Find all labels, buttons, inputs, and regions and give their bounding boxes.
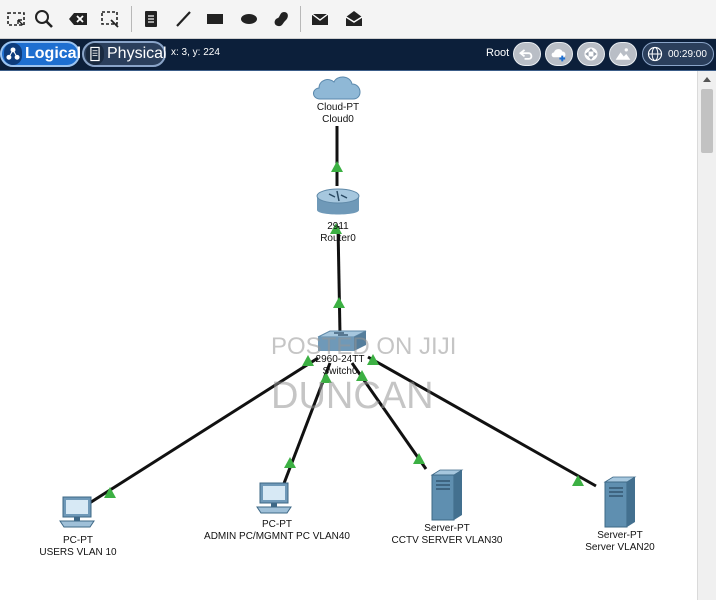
cursor-coordinates: x: 3, y: 224 [171,47,220,58]
resize-shape-icon[interactable] [97,6,123,32]
pc-admin-model: PC-PT [261,519,292,530]
pc-icon [59,496,95,528]
server-cctv-label: Server-PT CCTV SERVER VLAN30 [392,523,503,547]
watermark-line2: DUNCAN [271,375,434,417]
link-status-up-indicator [331,161,343,172]
cloud-icon [313,76,361,100]
router-icon [316,188,360,215]
place-note-icon[interactable] [138,6,164,32]
pc-users-name: USERS VLAN 10 [39,547,117,558]
inspect-icon[interactable] [31,6,57,32]
physical-view-icon [86,43,104,65]
delete-icon[interactable] [65,6,91,32]
move-arrows-icon [584,47,598,61]
draw-ellipse-icon[interactable] [236,6,262,32]
toolbar-separator [131,6,132,32]
draw-line-icon[interactable] [170,6,196,32]
draw-rectangle-icon[interactable] [202,6,228,32]
pc-admin-label: PC-PT ADMIN PC/MGMNT PC VLAN40 [204,519,350,543]
new-cluster-button[interactable] [545,42,573,66]
router-label: 2911 Router0 [320,221,356,245]
router-model: 2911 [327,221,349,232]
server-cctv-device[interactable] [430,469,464,526]
cloud-name: Cloud0 [322,114,354,125]
cloud-label: Cloud-PT Cloud0 [317,102,359,126]
freeform-icon[interactable] [268,6,294,32]
clock-time: 00:29:00 [668,48,707,60]
toolbar-separator [300,6,301,32]
main-toolbar [0,0,716,39]
scroll-up-arrow-icon[interactable] [698,71,716,87]
watermark-line1: POSTED ON JIJI [271,333,457,360]
vertical-scrollbar[interactable] [697,71,716,600]
landscape-image-icon [615,48,631,60]
pc-users-label: PC-PT USERS VLAN 10 [39,535,116,559]
add-simple-pdu-icon[interactable] [307,6,333,32]
pc-admin-name: ADMIN PC/MGMNT PC VLAN40 [204,531,350,542]
root-label: Root [486,47,510,59]
logical-view-icon [4,43,22,65]
globe-clock-icon [646,45,664,63]
pc-users-model: PC-PT [62,535,93,546]
logical-workspace-canvas[interactable]: Cloud-PT Cloud0 2911 Router0 2960-24TT S… [0,71,697,600]
cloud-model: Cloud-PT [316,102,360,113]
back-button[interactable] [513,42,541,66]
pc-icon [256,482,292,514]
select-tool-icon[interactable] [3,6,29,32]
physical-view-button[interactable]: Physical [82,41,167,67]
server-cctv-name: CCTV SERVER VLAN30 [391,535,503,546]
server-vlan20-name: Server VLAN20 [585,542,655,553]
server-icon [603,476,637,528]
link-status-up-indicator [333,297,345,308]
server-vlan20-model: Server-PT [597,530,643,541]
move-object-button[interactable] [577,42,605,66]
simulation-clock[interactable]: 00:29:00 [642,42,714,66]
pc-users-device[interactable] [58,495,96,536]
set-background-button[interactable] [609,42,637,66]
server-icon [430,469,464,521]
server-cctv-model: Server-PT [424,523,470,534]
server-vlan20-device[interactable] [603,476,637,533]
server-vlan20-label: Server-PT Server VLAN20 [585,530,654,554]
router-name: Router0 [320,233,356,244]
logical-view-button[interactable]: Logical [0,41,82,67]
scrollbar-thumb[interactable] [701,89,713,153]
pc-admin-device[interactable] [255,481,293,522]
add-complex-pdu-icon[interactable] [341,6,367,32]
workspace-bar: Logical Physical x: 3, y: 224 Root 00:29… [0,39,716,71]
physical-view-label: Physical [107,45,167,62]
cloud-add-icon [551,49,566,62]
logical-view-label: Logical [25,45,82,62]
back-arrow-icon [519,49,533,60]
